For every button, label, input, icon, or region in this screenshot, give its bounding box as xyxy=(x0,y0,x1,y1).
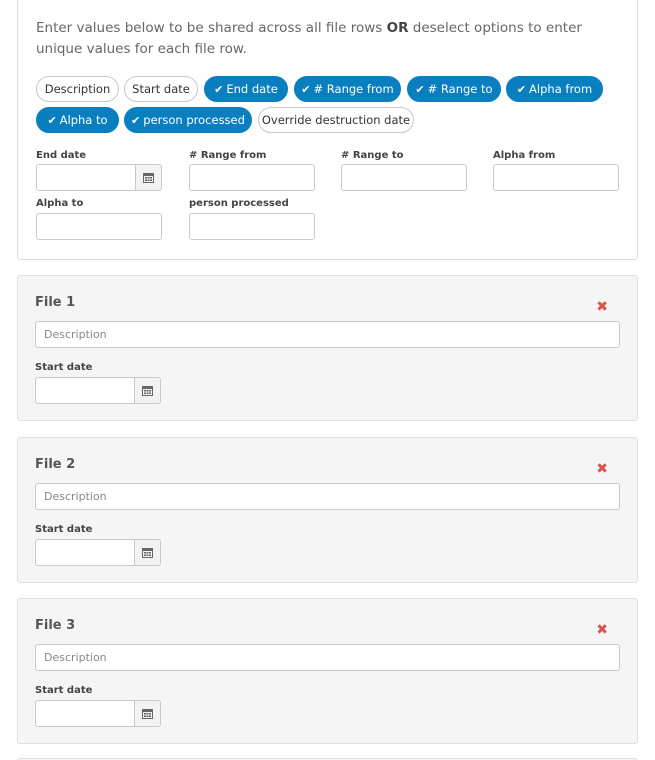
calendar-icon[interactable] xyxy=(134,378,160,403)
pill-description[interactable]: Description xyxy=(36,76,119,102)
pill-label: End date xyxy=(226,82,278,96)
remove-file-icon[interactable]: ✖ xyxy=(596,623,608,637)
file-card: File 2 ✖ Description Start date xyxy=(17,437,638,583)
range-to-input[interactable] xyxy=(341,164,467,191)
start-date-label: Start date xyxy=(35,524,93,535)
pill-label: Alpha to xyxy=(59,113,108,127)
alpha-to-input[interactable] xyxy=(36,213,162,240)
calendar-icon[interactable] xyxy=(134,701,160,726)
pill-label: Description xyxy=(44,82,111,96)
check-icon: ✔ xyxy=(47,114,57,127)
pill-end-date[interactable]: ✔ End date xyxy=(204,76,288,102)
start-date-label: Start date xyxy=(35,685,93,696)
check-icon: ✔ xyxy=(415,83,425,96)
file-title: File 1 xyxy=(35,295,76,310)
person-processed-label: person processed xyxy=(189,198,289,209)
range-from-input[interactable] xyxy=(189,164,315,191)
pill-range-from[interactable]: ✔ # Range from xyxy=(294,76,401,102)
pill-label: person processed xyxy=(143,113,245,127)
range-from-label: # Range from xyxy=(189,150,267,161)
pill-label: # Range to xyxy=(427,82,493,96)
remove-file-icon[interactable]: ✖ xyxy=(596,300,608,314)
file-title: File 3 xyxy=(35,618,76,633)
description-input[interactable]: Description xyxy=(35,321,620,348)
description-input[interactable]: Description xyxy=(35,483,620,510)
calendar-icon[interactable] xyxy=(135,165,161,190)
end-date-field[interactable] xyxy=(36,164,162,191)
start-date-label: Start date xyxy=(35,362,93,373)
pill-label: Start date xyxy=(132,82,190,96)
description-input[interactable]: Description xyxy=(35,644,620,671)
pill-label: Override destruction date xyxy=(261,113,411,127)
start-date-field[interactable] xyxy=(35,700,161,727)
pill-alpha-to[interactable]: ✔ Alpha to xyxy=(36,107,119,133)
pill-start-date[interactable]: Start date xyxy=(124,76,198,102)
pill-label: Alpha from xyxy=(529,82,593,96)
intro-text: Enter values below to be shared across a… xyxy=(36,18,616,60)
remove-file-icon[interactable]: ✖ xyxy=(596,462,608,476)
pill-label: # Range from xyxy=(313,82,394,96)
pill-override-destruction-date[interactable]: Override destruction date xyxy=(258,107,414,133)
range-to-label: # Range to xyxy=(341,150,404,161)
pill-alpha-from[interactable]: ✔ Alpha from xyxy=(506,76,603,102)
alpha-from-input[interactable] xyxy=(493,164,619,191)
pill-range-to[interactable]: ✔ # Range to xyxy=(407,76,501,102)
end-date-label: End date xyxy=(36,150,87,161)
alpha-to-label: Alpha to xyxy=(36,198,84,209)
calendar-icon[interactable] xyxy=(134,540,160,565)
check-icon: ✔ xyxy=(516,83,527,96)
start-date-field[interactable] xyxy=(35,539,161,566)
alpha-from-label: Alpha from xyxy=(493,150,556,161)
check-icon: ✔ xyxy=(131,114,141,127)
start-date-field[interactable] xyxy=(35,377,161,404)
check-icon: ✔ xyxy=(214,83,224,96)
file-card: File 1 ✖ Description Start date xyxy=(17,275,638,421)
intro-text-before: Enter values below to be shared across a… xyxy=(36,20,387,36)
file-card: File 3 ✖ Description Start date xyxy=(17,598,638,744)
shared-values-panel: Enter values below to be shared across a… xyxy=(17,0,638,260)
person-processed-input[interactable] xyxy=(189,213,315,240)
file-title: File 2 xyxy=(35,457,76,472)
check-icon: ✔ xyxy=(301,83,311,96)
pill-person-processed[interactable]: ✔ person processed xyxy=(124,107,252,133)
intro-text-bold: OR xyxy=(386,20,409,36)
